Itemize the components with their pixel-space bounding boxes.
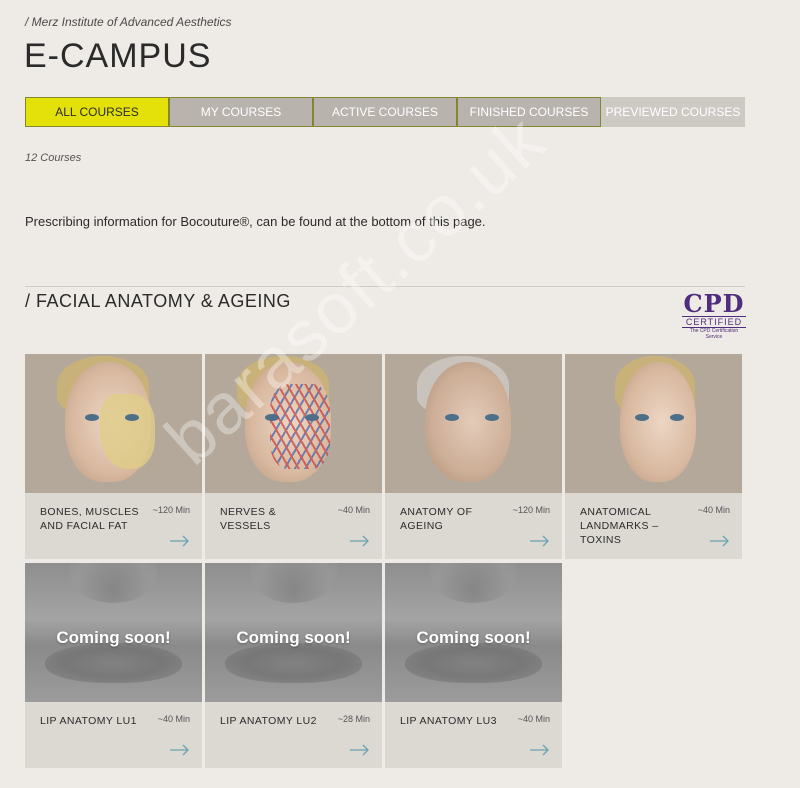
coming-soon-label: Coming soon!: [56, 628, 171, 647]
arrow-right-icon[interactable]: [350, 535, 370, 547]
tab-previewed-courses[interactable]: PREVIEWED COURSES: [601, 97, 745, 127]
course-thumbnail: [25, 354, 202, 493]
section-divider: [25, 286, 745, 287]
course-thumbnail: [385, 354, 562, 493]
course-duration: ~40 Min: [337, 505, 370, 515]
course-count: 12 Courses: [25, 152, 82, 164]
course-card-lip-anatomy-lu1[interactable]: Coming soon! LIP ANATOMY LU1 ~40 Min: [25, 563, 202, 768]
course-thumbnail: Coming soon!: [205, 563, 382, 702]
course-tabs: ALL COURSES MY COURSES ACTIVE COURSES FI…: [25, 97, 745, 127]
course-thumbnail: Coming soon!: [25, 563, 202, 702]
coming-soon-label: Coming soon!: [236, 628, 351, 647]
course-title: BONES, MUSCLES AND FACIAL FAT: [40, 506, 139, 532]
course-card-bones-muscles[interactable]: BONES, MUSCLES AND FACIAL FAT ~120 Min: [25, 354, 202, 559]
page-title: E-CAMPUS: [24, 37, 212, 75]
tab-finished-courses[interactable]: FINISHED COURSES: [457, 97, 601, 127]
cpd-sub-text-2: Service: [705, 334, 723, 340]
arrow-right-icon[interactable]: [170, 535, 190, 547]
prescribing-info-text: Prescribing information for Bocouture®, …: [25, 214, 486, 229]
course-title: ANATOMICAL LANDMARKS – TOXINS: [580, 506, 659, 546]
arrow-right-icon[interactable]: [170, 744, 190, 756]
course-card-anatomical-landmarks[interactable]: ANATOMICAL LANDMARKS – TOXINS ~40 Min: [565, 354, 742, 559]
cpd-certified-text: CERTIFIED: [682, 316, 746, 328]
arrow-right-icon[interactable]: [530, 535, 550, 547]
arrow-right-icon[interactable]: [350, 744, 370, 756]
course-card-lip-anatomy-lu3[interactable]: Coming soon! LIP ANATOMY LU3 ~40 Min: [385, 563, 562, 768]
course-thumbnail: [565, 354, 742, 493]
course-thumbnail: [205, 354, 382, 493]
tab-active-courses[interactable]: ACTIVE COURSES: [313, 97, 457, 127]
course-duration: ~28 Min: [337, 714, 370, 724]
course-title: NERVES & VESSELS: [220, 506, 277, 532]
coming-soon-label: Coming soon!: [416, 628, 531, 647]
course-duration: ~120 Min: [152, 505, 190, 515]
course-duration: ~40 Min: [697, 505, 730, 515]
course-title: LIP ANATOMY LU2: [220, 715, 317, 727]
cpd-certified-logo: CPD CERTIFIED The CPD Certification Serv…: [682, 292, 746, 342]
cpd-logo-text: CPD: [683, 289, 745, 318]
course-thumbnail: Coming soon!: [385, 563, 562, 702]
course-title: LIP ANATOMY LU1: [40, 715, 137, 727]
breadcrumb[interactable]: / Merz Institute of Advanced Aesthetics: [25, 15, 232, 29]
course-title: ANATOMY OF AGEING: [400, 506, 473, 532]
course-duration: ~40 Min: [157, 714, 190, 724]
course-card-anatomy-of-ageing[interactable]: ANATOMY OF AGEING ~120 Min: [385, 354, 562, 559]
course-duration: ~120 Min: [512, 505, 550, 515]
arrow-right-icon[interactable]: [710, 535, 730, 547]
section-title: / FACIAL ANATOMY & AGEING: [25, 291, 291, 311]
tab-my-courses[interactable]: MY COURSES: [169, 97, 313, 127]
course-duration: ~40 Min: [517, 714, 550, 724]
arrow-right-icon[interactable]: [530, 744, 550, 756]
tab-all-courses[interactable]: ALL COURSES: [25, 97, 169, 127]
course-card-nerves-vessels[interactable]: NERVES & VESSELS ~40 Min: [205, 354, 382, 559]
course-card-lip-anatomy-lu2[interactable]: Coming soon! LIP ANATOMY LU2 ~28 Min: [205, 563, 382, 768]
course-title: LIP ANATOMY LU3: [400, 715, 497, 727]
